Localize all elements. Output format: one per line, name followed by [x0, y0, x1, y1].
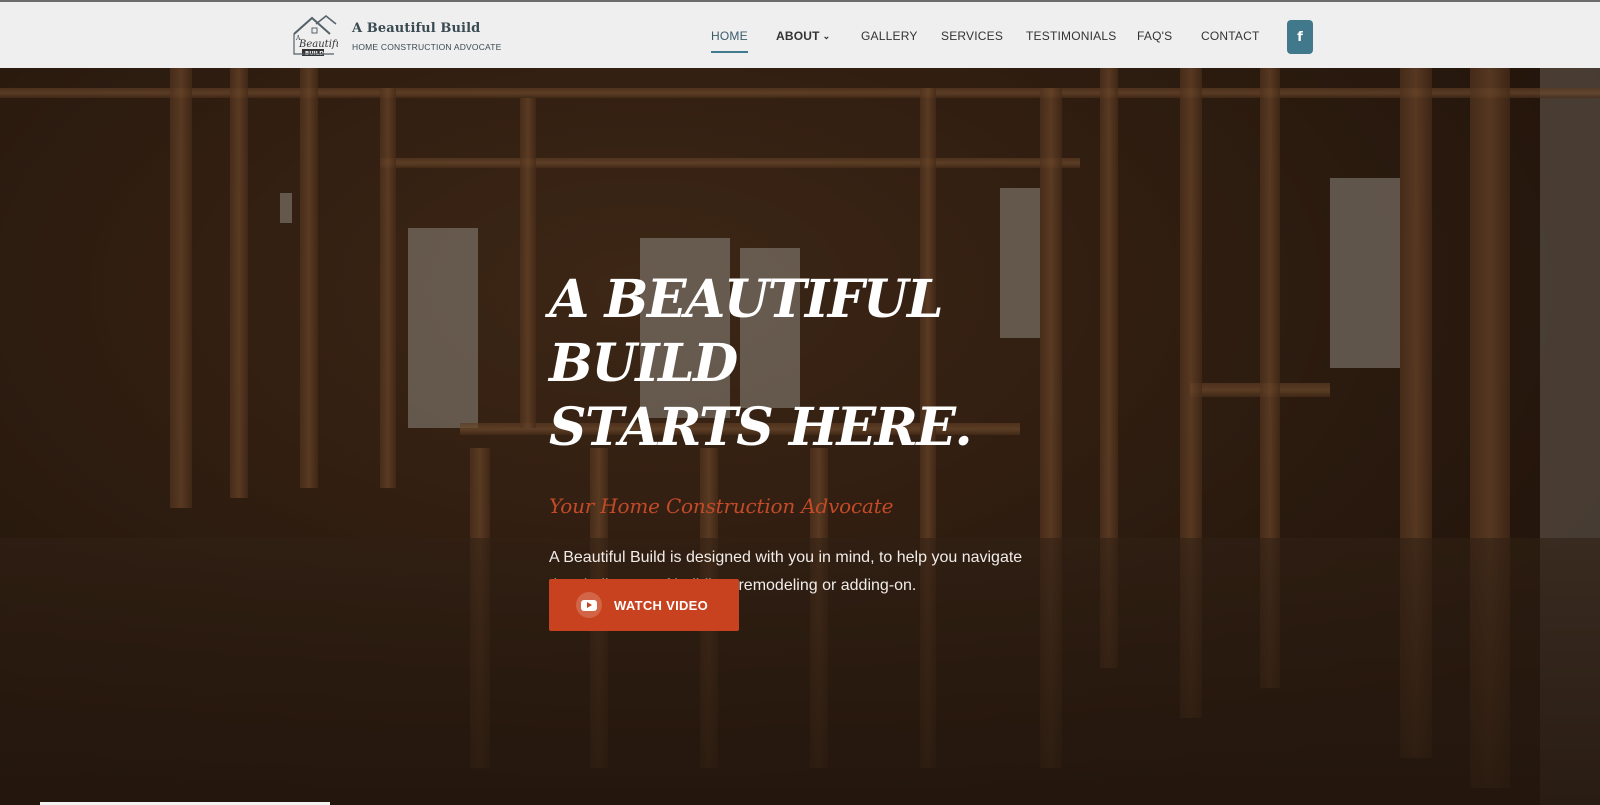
watch-video-button[interactable]: WATCH VIDEO: [549, 579, 739, 631]
hero-headline-line2: STARTS HERE.: [549, 397, 973, 458]
nav-faqs[interactable]: FAQ'S: [1137, 29, 1172, 43]
nav-about-label: ABOUT: [776, 29, 820, 43]
hero-content: A BEAUTIFUL BUILD STARTS HERE. Your Home…: [549, 268, 1109, 600]
hero-headline-line1: A BEAUTIFUL BUILD: [549, 269, 944, 394]
nav-gallery[interactable]: GALLERY: [861, 29, 918, 43]
play-ring: [576, 592, 602, 618]
facebook-button[interactable]: f: [1287, 20, 1313, 54]
watch-video-label: WATCH VIDEO: [614, 597, 709, 613]
hero-headline: A BEAUTIFUL BUILD STARTS HERE.: [549, 268, 1109, 460]
nav-home[interactable]: HOME: [711, 29, 748, 53]
hero-tagline: Your Home Construction Advocate: [549, 494, 894, 518]
nav-testimonials[interactable]: TESTIMONIALS: [1026, 29, 1116, 43]
hero-section: A BEAUTIFUL BUILD STARTS HERE. Your Home…: [0, 68, 1600, 805]
youtube-play-icon: [581, 599, 597, 611]
facebook-icon: f: [1297, 29, 1303, 45]
nav-about[interactable]: ABOUT ⌄: [776, 29, 830, 43]
site-header: A Beautiful BUILD A Beautiful Build HOME…: [0, 0, 1600, 68]
chevron-down-icon: ⌄: [822, 31, 831, 41]
nav-services[interactable]: SERVICES: [941, 29, 1003, 43]
main-nav: HOME ABOUT ⌄ GALLERY SERVICES TESTIMONIAL…: [0, 2, 1600, 70]
nav-contact[interactable]: CONTACT: [1201, 29, 1260, 43]
